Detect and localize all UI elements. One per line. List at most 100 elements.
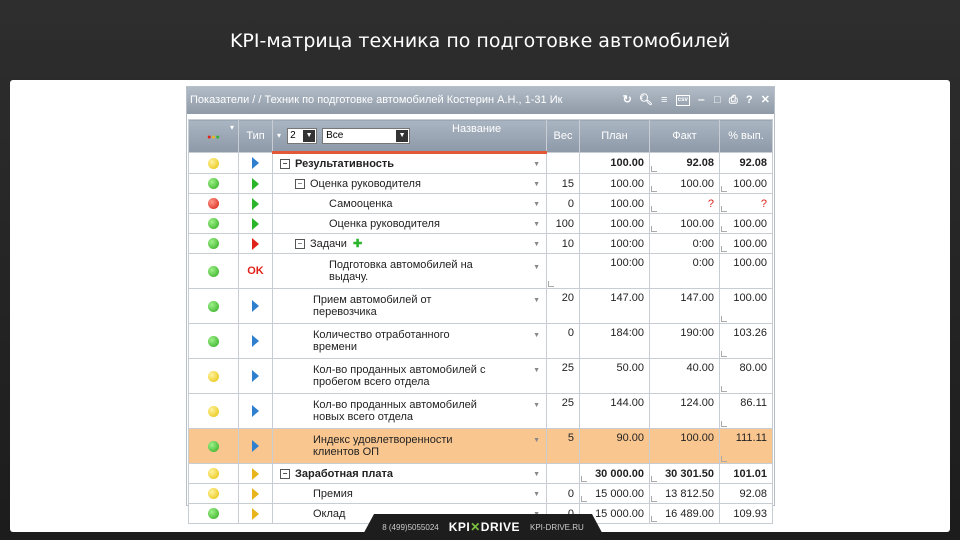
weight-column-header[interactable]: Вес <box>546 119 580 153</box>
csv-icon[interactable]: csv <box>675 95 690 106</box>
row-plan: 90.00 <box>579 428 650 464</box>
comment-icon[interactable] <box>721 186 727 192</box>
row-menu-icon[interactable]: ▼ <box>533 402 540 409</box>
comment-icon[interactable] <box>651 166 657 172</box>
row-menu-icon[interactable]: ▼ <box>533 201 540 208</box>
row-pct: ? <box>760 197 767 210</box>
type-column-header[interactable]: Тип <box>238 119 273 153</box>
status-yellow-icon <box>208 488 219 500</box>
slide-title: KPI-матрица техника по подготовке автомо… <box>229 30 731 52</box>
footer-site[interactable]: KPI-DRIVE.RU <box>530 523 584 532</box>
window-title: Показатели / / Техник по подготовке авто… <box>190 94 563 106</box>
help-icon[interactable]: ? <box>745 87 754 114</box>
print-icon[interactable]: ⎙ <box>729 87 738 114</box>
comment-icon[interactable] <box>721 246 727 252</box>
row-menu-icon[interactable]: ▼ <box>533 491 540 498</box>
table-row[interactable]: Количество отработанного времени ▼ 0 184:… <box>188 323 773 359</box>
comment-icon[interactable] <box>721 421 727 427</box>
status-yellow-icon <box>208 468 219 480</box>
row-menu-icon[interactable]: ▼ <box>533 437 540 444</box>
type-arrow-green-icon[interactable] <box>252 177 259 190</box>
table-row[interactable]: Прием автомобилей от перевозчика ▼ 20 147… <box>188 288 773 324</box>
comment-icon[interactable] <box>581 476 587 482</box>
row-menu-icon[interactable]: ▼ <box>533 161 540 168</box>
fact-column-header[interactable]: Факт <box>649 119 720 153</box>
collapse-icon[interactable]: − <box>295 238 305 249</box>
comment-icon[interactable] <box>721 206 727 212</box>
chevron-down-icon: ▼ <box>303 129 316 142</box>
type-arrow-blue-icon[interactable] <box>252 405 259 418</box>
list-icon[interactable]: ≡ <box>660 87 669 114</box>
chevron-down-icon: ▾ <box>277 131 282 141</box>
type-arrow-blue-icon[interactable] <box>252 157 259 170</box>
comment-icon[interactable] <box>548 281 554 287</box>
close-icon[interactable]: ✕ <box>761 87 770 114</box>
row-plan: 147.00 <box>579 288 650 324</box>
type-arrow-blue-icon[interactable] <box>252 370 259 383</box>
status-column-header[interactable]: ●●● ▾ <box>188 119 239 153</box>
filter-select[interactable]: Все ▼ <box>322 127 411 144</box>
table-row[interactable]: Самооценка ▼ 0 100.00 ? ? <box>188 193 773 214</box>
pct-column-header[interactable]: % вып. <box>719 119 773 153</box>
level-select[interactable]: 2 ▼ <box>287 127 318 144</box>
table-row[interactable]: Премия ▼ 0 15 000.00 13 812.50 92.08 <box>188 483 773 504</box>
row-menu-icon[interactable]: ▼ <box>533 297 540 304</box>
collapse-icon[interactable]: − <box>280 158 290 169</box>
comment-icon[interactable] <box>651 496 657 502</box>
row-menu-icon[interactable]: ▼ <box>533 332 540 339</box>
table-row-selected[interactable]: Индекс удовлетворенности клиентов ОП ▼ 5 … <box>188 428 773 464</box>
table-row[interactable]: Кол-во проданных автомобилей новых всего… <box>188 393 773 429</box>
status-yellow-icon <box>208 405 219 417</box>
type-arrow-green-icon[interactable] <box>252 217 259 230</box>
comment-icon[interactable] <box>651 226 657 232</box>
name-column-label: Название <box>452 123 502 135</box>
refresh-icon[interactable]: ↻ <box>623 87 632 114</box>
table-row[interactable]: Кол-во проданных автомобилей с пробегом … <box>188 358 773 394</box>
type-arrow-red-icon[interactable] <box>252 237 259 250</box>
comment-icon[interactable] <box>721 226 727 232</box>
comment-icon[interactable] <box>721 316 727 322</box>
comment-icon[interactable] <box>651 206 657 212</box>
table-row[interactable]: Оценка руководителя ▼ 100 100.00 100.00 1… <box>188 213 773 234</box>
table-row[interactable]: − Задачи ✚ ▼ 10 100:00 0:00 100.00 <box>188 233 773 254</box>
comment-icon[interactable] <box>651 186 657 192</box>
plan-column-header[interactable]: План <box>579 119 650 153</box>
row-menu-icon[interactable]: ▼ <box>533 181 540 188</box>
type-arrow-yellow-icon[interactable] <box>252 507 259 520</box>
collapse-icon[interactable]: − <box>295 178 305 189</box>
add-task-icon[interactable]: ✚ <box>353 238 362 250</box>
table-row[interactable]: − Результативность ▼ 100.00 92.08 92.08 <box>188 152 773 174</box>
type-arrow-blue-icon[interactable] <box>252 440 259 453</box>
name-column-header[interactable]: ▾ 2 ▼ Все ▼ Название <box>272 119 547 154</box>
type-arrow-blue-icon[interactable] <box>252 300 259 313</box>
comment-icon[interactable] <box>581 496 587 502</box>
type-arrow-blue-icon[interactable] <box>252 335 259 348</box>
type-arrow-yellow-icon[interactable] <box>252 467 259 480</box>
comment-icon[interactable] <box>721 386 727 392</box>
row-fact[interactable]: ? <box>708 198 714 210</box>
comment-icon[interactable] <box>651 516 657 522</box>
row-menu-icon[interactable]: ▼ <box>533 221 540 228</box>
table-row[interactable]: − Заработная плата ▼ 30 000.00 30 301.50 1… <box>188 463 773 484</box>
logo-x-icon: ✕ <box>470 520 481 534</box>
row-menu-icon[interactable]: ▼ <box>533 264 540 271</box>
table-row[interactable]: − Оценка руководителя ▼ 15 100.00 100.00 1… <box>188 173 773 194</box>
comment-icon[interactable] <box>651 476 657 482</box>
filter-select-value: Все <box>326 129 344 141</box>
row-weight: 0 <box>546 323 580 359</box>
type-arrow-green-icon[interactable] <box>252 197 259 210</box>
row-menu-icon[interactable]: ▼ <box>533 367 540 374</box>
row-menu-icon[interactable]: ▼ <box>533 241 540 248</box>
comment-icon[interactable] <box>721 351 727 357</box>
search-icon[interactable]: 🔍︎ <box>639 87 653 114</box>
type-ok-badge[interactable]: OK <box>247 265 264 277</box>
collapse-icon[interactable]: − <box>280 468 290 479</box>
maximize-icon[interactable]: □ <box>713 87 722 114</box>
type-arrow-yellow-icon[interactable] <box>252 487 259 500</box>
status-green-icon <box>208 218 219 230</box>
row-menu-icon[interactable]: ▼ <box>533 471 540 478</box>
row-fact: 100.00 <box>649 428 720 464</box>
minimize-icon[interactable]: ‒ <box>697 87 706 114</box>
comment-icon[interactable] <box>721 456 727 462</box>
table-row[interactable]: OK Подготовка автомобилей на выдачу. ▼ 10… <box>188 253 773 289</box>
